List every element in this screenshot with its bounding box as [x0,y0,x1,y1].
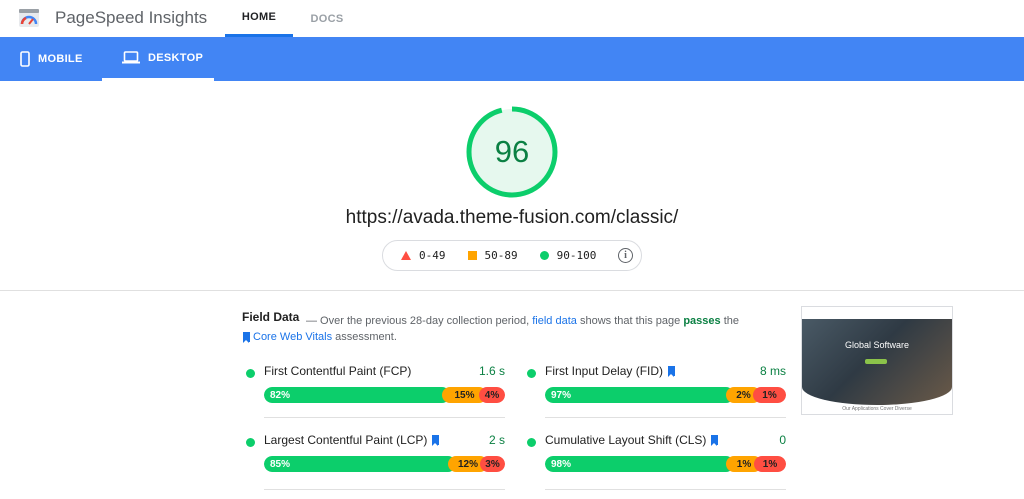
tab-home[interactable]: HOME [225,0,293,37]
square-icon [467,251,477,260]
bar-good: 82% [264,387,450,403]
tab-mobile-label: MOBILE [38,53,83,65]
metric-value: 1.6 s [478,364,505,378]
metric-lcp-label: Largest Contentful Paint (LCP) [264,433,428,447]
pagespeed-logo-icon[interactable] [18,7,40,29]
good-status-icon [246,369,255,378]
top-nav: HOME DOCS [225,0,361,37]
metric-separator [264,489,505,490]
metric-name: Cumulative Layout Shift (CLS) [545,433,721,447]
bookmark-icon [432,435,440,446]
metric-value: 8 ms [759,364,786,378]
thumbnail-hero-button [865,359,887,364]
field-data-description: — Over the previous 28-day collection pe… [306,311,786,332]
bar-good: 97% [545,387,734,403]
legend-good-label: 90-100 [556,249,597,262]
bookmark-icon [668,366,676,377]
metric-fid: First Input Delay (FID) 8 ms 97% 2% 1% [524,364,786,424]
tab-desktop-label: DESKTOP [148,51,204,64]
metric-value: 2 s [488,433,505,447]
bar-poor: 1% [753,387,786,403]
field-data-title: Field Data [242,310,300,324]
legend-good: 90-100 [539,249,597,262]
laptop-icon [122,51,140,64]
metric-name: Largest Contentful Paint (LCP) [264,433,442,447]
top-bar: PageSpeed Insights HOME DOCS [0,0,1024,37]
bar-poor: 1% [754,456,786,472]
page-screenshot-thumbnail[interactable]: Global Software Our Applications Cover D… [801,306,953,415]
good-status-icon [527,438,536,447]
metric-fid-label: First Input Delay (FID) [545,364,664,378]
bar-good: 98% [545,456,734,472]
distribution-bar: 97% 2% 1% [545,387,786,403]
metric-name: First Input Delay (FID) [545,364,678,378]
thumbnail-subtitle: Our Applications Cover Diverse [842,406,912,412]
field-data-desc-prefix: — Over the previous 28-day collection pe… [306,315,530,327]
performance-score: 96 [494,134,530,169]
metric-name: First Contentful Paint (FCP) [264,364,411,378]
bar-poor: 3% [480,456,505,472]
phone-icon [20,51,30,67]
bookmark-icon [711,435,719,446]
section-divider [0,290,1024,291]
distribution-bar: 85% 12% 3% [264,456,505,472]
bookmark-icon [243,332,250,343]
device-bar: MOBILE DESKTOP [0,37,1024,81]
thumbnail-header [802,307,952,319]
distribution-bar: 82% 15% 4% [264,387,505,403]
metric-separator [545,417,786,418]
metric-cls: Cumulative Layout Shift (CLS) 0 98% 1% 1… [524,433,786,493]
metric-value: 0 [779,433,786,447]
brand-title[interactable]: PageSpeed Insights [55,8,207,28]
circle-icon [539,251,549,260]
distribution-bar: 98% 1% 1% [545,456,786,472]
metric-fcp: First Contentful Paint (FCP) 1.6 s 82% 1… [243,364,505,424]
score-legend: 0-49 50-89 90-100 i [382,240,642,271]
tab-desktop[interactable]: DESKTOP [102,37,214,81]
field-data-desc-the: the [723,315,739,327]
good-status-icon [527,369,536,378]
metric-fcp-label: First Contentful Paint (FCP) [264,364,412,378]
tab-docs[interactable]: DOCS [293,0,361,37]
field-data-description-line2: Core Web Vitals assessment. [243,331,397,343]
legend-poor: 0-49 [401,249,446,262]
triangle-icon [401,251,411,260]
metric-cls-label: Cumulative Layout Shift (CLS) [545,433,707,447]
analyzed-url: https://avada.theme-fusion.com/classic/ [345,207,679,228]
tab-mobile[interactable]: MOBILE [20,37,83,81]
info-icon[interactable]: i [618,248,633,263]
good-status-icon [246,438,255,447]
field-data-link[interactable]: field data [532,315,577,327]
metric-separator [264,417,505,418]
legend-poor-label: 0-49 [419,249,446,262]
metric-separator [545,489,786,490]
field-data-desc-suffix: assessment. [335,331,397,343]
metric-lcp: Largest Contentful Paint (LCP) 2 s 85% 1… [243,433,505,493]
field-data-desc-mid: shows that this page [579,315,681,327]
passes-badge: passes [683,315,721,327]
legend-average: 50-89 [467,249,518,262]
thumbnail-hero-title: Global Software [844,340,910,350]
bar-poor: 4% [479,387,505,403]
bar-good: 85% [264,456,456,472]
legend-average-label: 50-89 [484,249,518,262]
core-web-vitals-link[interactable]: Core Web Vitals [253,331,332,343]
